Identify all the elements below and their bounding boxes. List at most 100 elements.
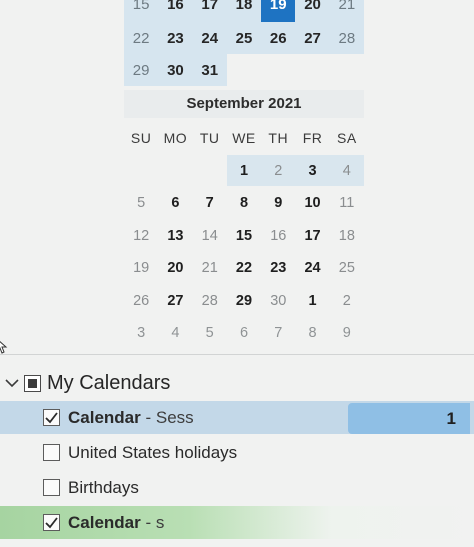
calendar-name: Calendar - Sess (68, 407, 194, 427)
day-cell[interactable]: 21 (193, 253, 227, 284)
day-cell (227, 54, 261, 86)
day-cell[interactable]: 24 (192, 22, 227, 54)
day-cell[interactable]: 27 (158, 285, 192, 316)
day-cell-today[interactable]: 19 (261, 0, 296, 22)
group-checkbox[interactable] (24, 374, 41, 392)
week-row: 3456789 (124, 318, 364, 349)
day-cell[interactable]: 12 (124, 220, 158, 251)
day-cell[interactable]: 29 (227, 285, 261, 316)
day-cell[interactable]: 9 (330, 318, 364, 349)
day-cell[interactable]: 20 (158, 253, 192, 284)
day-cell[interactable]: 7 (261, 318, 295, 349)
partial-check-indicator (28, 378, 37, 388)
month-grid: 1 2 3 4 5 6 7 8 9 10 11 12 13 14 15 16 17 18 19 20 21 22 23 24 2… (124, 155, 364, 349)
day-cell[interactable]: 17 (192, 0, 227, 22)
calendar-item-birthdays[interactable]: Birthdays (0, 471, 474, 504)
weekday-label: SU (130, 130, 152, 146)
calendar-checkbox[interactable] (43, 479, 60, 496)
day-cell[interactable]: 2 (330, 285, 364, 316)
day-cell[interactable]: 18 (330, 220, 364, 251)
divider (0, 354, 474, 355)
weekday-label: SA (336, 130, 357, 146)
day-cell[interactable]: 8 (227, 188, 261, 219)
day-cell[interactable]: 4 (329, 155, 364, 186)
checkmark-icon (45, 412, 58, 424)
day-cell[interactable]: 1 (226, 155, 262, 186)
day-cell[interactable]: 19 (124, 253, 158, 284)
day-cell[interactable]: 2 (261, 155, 296, 186)
weekday-label: FR (302, 130, 323, 146)
day-cell[interactable]: 3 (295, 155, 330, 186)
day-cell[interactable]: 15 (124, 0, 159, 22)
day-cell[interactable]: 30 (261, 285, 295, 316)
day-cell[interactable]: 9 (261, 188, 295, 219)
month-title[interactable]: September 2021 (124, 90, 364, 118)
day-cell[interactable]: 14 (193, 220, 227, 251)
day-cell[interactable]: 3 (124, 318, 158, 349)
day-cell[interactable]: 22 (124, 22, 159, 54)
month-august-2021: 15 16 17 18 19 20 21 22 23 24 25 26 27 2… (124, 0, 364, 86)
day-cell[interactable]: 20 (295, 0, 330, 22)
day-cell (295, 54, 329, 86)
day-cell[interactable]: 16 (261, 220, 295, 251)
calendar-item-calendar[interactable]: Calendar - Sess 1 (0, 401, 474, 434)
my-calendars-group-header[interactable]: My Calendars (4, 368, 170, 398)
day-cell[interactable]: 17 (295, 220, 329, 251)
calendar-checkbox[interactable] (43, 444, 60, 461)
mouse-cursor-icon (0, 340, 8, 354)
day-cell[interactable]: 22 (227, 253, 261, 284)
day-cell[interactable]: 11 (330, 188, 364, 219)
calendar-checkbox[interactable] (43, 514, 60, 531)
chevron-down-icon[interactable] (4, 375, 20, 391)
day-cell (261, 54, 295, 86)
day-cell[interactable]: 5 (193, 318, 227, 349)
calendar-checkbox[interactable] (43, 409, 60, 426)
day-cell[interactable]: 29 (124, 54, 159, 86)
unread-count-badge: 1 (348, 403, 470, 434)
calendar-item-us-holidays[interactable]: United States holidays (0, 436, 474, 469)
day-cell[interactable]: 25 (330, 253, 364, 284)
checkmark-icon (45, 517, 58, 529)
day-cell[interactable]: 5 (124, 188, 158, 219)
day-cell[interactable]: 1 (295, 285, 329, 316)
calendar-owner: - s (140, 512, 165, 532)
day-cell[interactable]: 27 (295, 22, 330, 54)
day-cell[interactable]: 28 (329, 22, 364, 54)
day-cell[interactable]: 6 (227, 318, 261, 349)
empty-day-cell (158, 155, 192, 186)
calendar-item-calendar-2[interactable]: Calendar - s (0, 506, 474, 539)
day-cell[interactable]: 13 (158, 220, 192, 251)
weekday-header: SU MO TU WE TH FR SA (124, 121, 364, 155)
day-cell[interactable]: 4 (158, 318, 192, 349)
empty-day-cell (124, 155, 158, 186)
calendar-navigation-pane: 15 16 17 18 19 20 21 22 23 24 25 26 27 2… (0, 0, 474, 547)
day-cell[interactable]: 16 (158, 0, 193, 22)
week-row: 5 6 7 8 9 10 11 (124, 188, 364, 219)
empty-day-cell (193, 155, 227, 186)
day-cell[interactable]: 10 (295, 188, 329, 219)
day-cell[interactable]: 25 (226, 22, 262, 54)
month-september-2021: September 2021 SU MO TU WE TH FR SA 1234… (124, 90, 364, 351)
week-row: 1234 (124, 155, 364, 186)
day-cell (330, 54, 364, 86)
day-cell[interactable]: 21 (329, 0, 364, 22)
day-cell[interactable]: 15 (227, 220, 261, 251)
day-cell[interactable]: 23 (158, 22, 193, 54)
day-cell[interactable]: 6 (158, 188, 192, 219)
day-cell[interactable]: 18 (226, 0, 262, 22)
day-cell[interactable]: 26 (124, 285, 158, 316)
day-cell[interactable]: 30 (158, 54, 193, 86)
day-cell[interactable]: 8 (295, 318, 329, 349)
day-cell[interactable]: 26 (261, 22, 296, 54)
day-cell[interactable]: 7 (193, 188, 227, 219)
day-cell[interactable]: 31 (192, 54, 227, 86)
day-cell[interactable]: 28 (193, 285, 227, 316)
calendar-name: Birthdays (68, 477, 139, 497)
week-row: 29 30 31 (124, 54, 364, 86)
calendar-owner: - Sess (140, 407, 194, 427)
day-cell[interactable]: 24 (295, 253, 329, 284)
day-cell[interactable]: 23 (261, 253, 295, 284)
weekday-label: WE (232, 130, 256, 146)
calendar-name: United States holidays (68, 442, 238, 462)
weekday-label: TH (268, 130, 289, 146)
